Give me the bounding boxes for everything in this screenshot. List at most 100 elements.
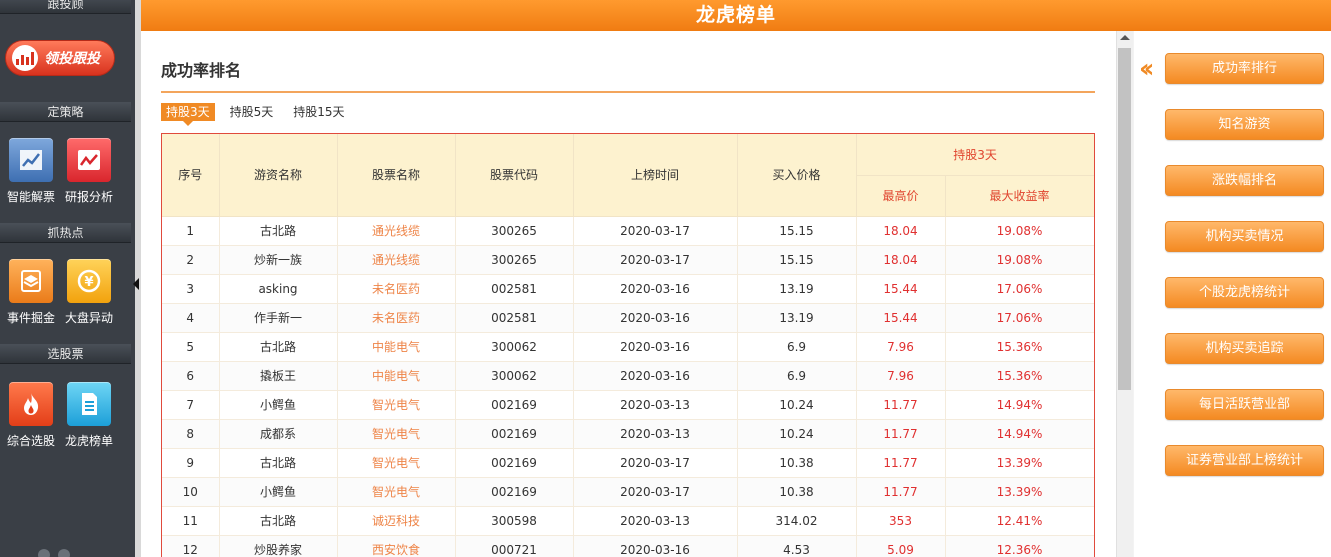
- tool-comprehensive-pick[interactable]: 综合选股: [0, 382, 62, 449]
- cell-rank: 5: [162, 332, 220, 362]
- table-row: 2 炒新一族 通光线缆 300265 2020-03-17 15.15 18.04 19.08…: [162, 245, 1094, 275]
- ranking-table-container: 序号 游资名称 股票名称 股票代码 上榜时间 买入价格 持股3天 最高价 最大收…: [161, 133, 1095, 557]
- nav-stock-list-stats[interactable]: 个股龙虎榜统计: [1165, 277, 1324, 308]
- cell-max-return: 14.94%: [945, 390, 1094, 420]
- cell-list-date: 2020-03-16: [573, 535, 738, 557]
- cell-trader: 古北路: [219, 216, 338, 246]
- cell-buy-price: 13.19: [737, 303, 857, 333]
- cell-high-price: 18.04: [856, 245, 946, 275]
- cell-stock-code: 300265: [455, 245, 574, 275]
- tool-label: 龙虎榜单: [64, 434, 113, 448]
- cell-rank: 8: [162, 419, 220, 449]
- cell-max-return: 14.94%: [945, 419, 1094, 449]
- holding-period-tabs: 持股3天 持股5天 持股15天: [161, 103, 360, 126]
- main-panel: 成功率排名 持股3天 持股5天 持股15天 序号 游资名称 股票名称 股票代码 …: [141, 31, 1116, 557]
- layers-icon: [9, 259, 53, 303]
- cell-max-return: 17.06%: [945, 274, 1094, 304]
- cell-stock-code: 300062: [455, 361, 574, 391]
- follow-invest-label: 领投跟投: [44, 51, 100, 67]
- scrollbar-thumb[interactable]: [1118, 48, 1131, 390]
- ranking-table: 序号 游资名称 股票名称 股票代码 上榜时间 买入价格 持股3天 最高价 最大收…: [162, 134, 1094, 557]
- cell-trader: 古北路: [219, 448, 338, 478]
- sidebar-section-follow: 跟投顾: [0, 0, 131, 14]
- col-header-stock-code: 股票代码: [455, 134, 574, 217]
- cell-buy-price: 10.38: [737, 477, 857, 507]
- cell-stock-name[interactable]: 通光线缆: [337, 245, 456, 275]
- page-dot[interactable]: [58, 549, 70, 557]
- cell-high-price: 7.96: [856, 332, 946, 362]
- cell-stock-name[interactable]: 智光电气: [337, 477, 456, 507]
- cell-rank: 7: [162, 390, 220, 420]
- nav-change-rank[interactable]: 涨跌幅排名: [1165, 165, 1324, 196]
- tab-hold-3-days[interactable]: 持股3天: [161, 103, 215, 126]
- cell-high-price: 11.77: [856, 448, 946, 478]
- table-row: 8 成都系 智光电气 002169 2020-03-13 10.24 11.77 14.94%: [162, 419, 1094, 449]
- nav-branch-list-stats[interactable]: 证券营业部上榜统计: [1165, 445, 1324, 476]
- cell-stock-name[interactable]: 中能电气: [337, 332, 456, 362]
- nav-institution-trading[interactable]: 机构买卖情况: [1165, 221, 1324, 252]
- cell-list-date: 2020-03-16: [573, 274, 738, 304]
- cell-max-return: 15.36%: [945, 332, 1094, 362]
- page-dot[interactable]: [38, 549, 50, 557]
- nav-institution-tracking[interactable]: 机构买卖追踪: [1165, 333, 1324, 364]
- cell-stock-code: 002169: [455, 419, 574, 449]
- cell-trader: 撬板王: [219, 361, 338, 391]
- cell-buy-price: 10.24: [737, 419, 857, 449]
- cell-stock-name[interactable]: 西安饮食: [337, 535, 456, 557]
- col-header-max-return: 最大收益率: [945, 175, 1094, 217]
- tool-label: 大盘异动: [64, 311, 113, 325]
- cell-list-date: 2020-03-16: [573, 361, 738, 391]
- col-header-high-price: 最高价: [856, 175, 946, 217]
- title-divider: [161, 91, 1095, 93]
- cell-list-date: 2020-03-17: [573, 477, 738, 507]
- scroll-up-icon[interactable]: [1120, 35, 1130, 40]
- cell-high-price: 15.44: [856, 274, 946, 304]
- tool-market-movement[interactable]: ¥ 大盘异动: [58, 259, 120, 326]
- double-chevron-left-icon[interactable]: ‹‹: [1139, 56, 1155, 82]
- cell-rank: 1: [162, 216, 220, 246]
- cell-stock-name[interactable]: 智光电气: [337, 419, 456, 449]
- cell-stock-name[interactable]: 中能电气: [337, 361, 456, 391]
- cell-buy-price: 314.02: [737, 506, 857, 536]
- sidebar-section-strategy: 定策略: [0, 102, 131, 122]
- tool-event-mining[interactable]: 事件掘金: [0, 259, 62, 326]
- cell-stock-name[interactable]: 未名医药: [337, 274, 456, 304]
- flame-icon: [9, 382, 53, 426]
- cell-buy-price: 10.24: [737, 390, 857, 420]
- cell-stock-name[interactable]: 通光线缆: [337, 216, 456, 246]
- cell-high-price: 11.77: [856, 477, 946, 507]
- col-header-stock-name: 股票名称: [337, 134, 456, 217]
- cell-stock-name[interactable]: 未名医药: [337, 303, 456, 333]
- cell-list-date: 2020-03-16: [573, 332, 738, 362]
- tool-dragon-tiger-list[interactable]: 龙虎榜单: [58, 382, 120, 449]
- cell-max-return: 13.39%: [945, 448, 1094, 478]
- cell-high-price: 15.44: [856, 303, 946, 333]
- follow-invest-button[interactable]: 领投跟投: [5, 40, 115, 76]
- collapse-left-icon[interactable]: [133, 278, 139, 290]
- tool-label: 综合选股: [6, 434, 55, 448]
- cell-stock-name[interactable]: 诚迈科技: [337, 506, 456, 536]
- svg-text:¥: ¥: [84, 275, 93, 290]
- tool-label: 事件掘金: [6, 311, 55, 325]
- tab-hold-5-days[interactable]: 持股5天: [225, 103, 279, 121]
- cell-trader: 作手新一: [219, 303, 338, 333]
- table-row: 4 作手新一 未名医药 002581 2020-03-16 13.19 15.44 17.06…: [162, 303, 1094, 333]
- tool-smart-analysis[interactable]: 智能解票: [0, 138, 62, 205]
- cell-max-return: 17.06%: [945, 303, 1094, 333]
- cell-trader: 炒股养家: [219, 535, 338, 557]
- tool-research-analysis[interactable]: 研报分析: [58, 138, 120, 205]
- cell-high-price: 11.77: [856, 390, 946, 420]
- cell-list-date: 2020-03-13: [573, 419, 738, 449]
- cell-stock-code: 002169: [455, 390, 574, 420]
- tab-hold-15-days[interactable]: 持股15天: [288, 103, 349, 121]
- cell-trader: 炒新一族: [219, 245, 338, 275]
- nav-success-rate-rank[interactable]: 成功率排行: [1165, 53, 1324, 84]
- table-row: 9 古北路 智光电气 002169 2020-03-17 10.38 11.77 13.39%: [162, 448, 1094, 478]
- cell-stock-name[interactable]: 智光电气: [337, 390, 456, 420]
- nav-daily-active-branches[interactable]: 每日活跃营业部: [1165, 389, 1324, 420]
- cell-stock-name[interactable]: 智光电气: [337, 448, 456, 478]
- nav-famous-traders[interactable]: 知名游资: [1165, 109, 1324, 140]
- table-row: 3 asking 未名医药 002581 2020-03-16 13.19 15.44 17.…: [162, 274, 1094, 304]
- col-header-list-date: 上榜时间: [573, 134, 738, 217]
- cell-trader: 古北路: [219, 332, 338, 362]
